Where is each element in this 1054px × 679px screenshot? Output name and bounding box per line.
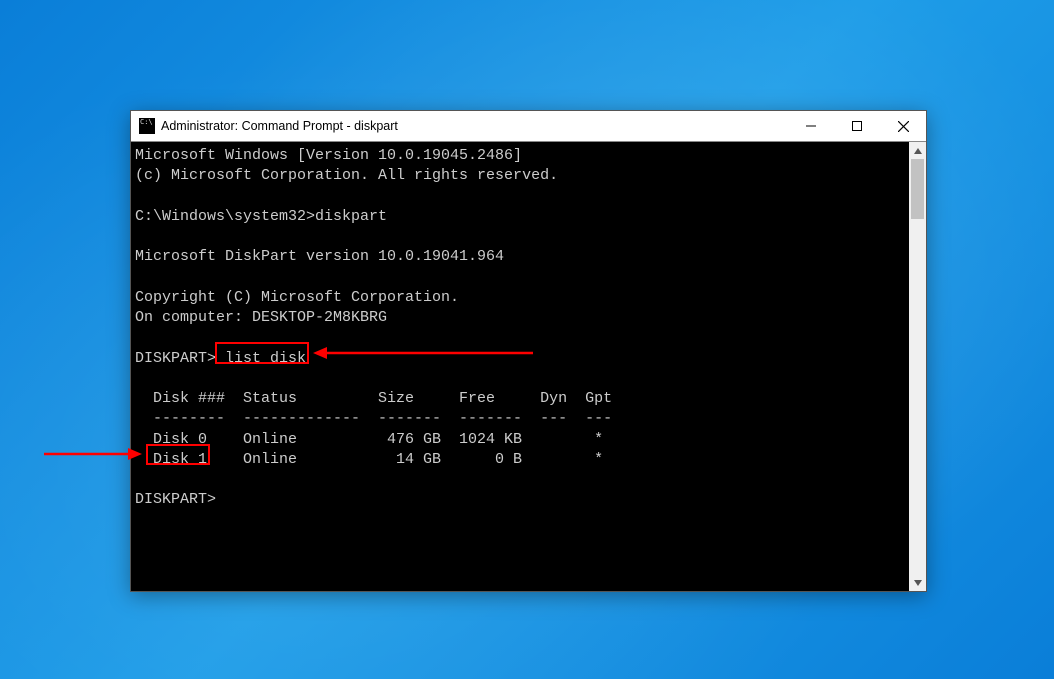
console-line: Disk 0 Online 476 GB 1024 KB * [135,431,603,448]
console-output[interactable]: Microsoft Windows [Version 10.0.19045.24… [131,142,909,591]
close-icon [898,121,909,132]
chevron-up-icon [914,147,922,155]
console-line: Copyright (C) Microsoft Corporation. [135,289,459,306]
scroll-track[interactable] [909,159,926,574]
maximize-button[interactable] [834,111,880,141]
scroll-down-button[interactable] [909,574,926,591]
command-prompt-window: Administrator: Command Prompt - diskpart… [130,110,927,592]
console-line: C:\Windows\system32>diskpart [135,208,387,225]
console-line: DISKPART> [135,491,216,508]
scroll-thumb[interactable] [911,159,924,219]
console-line: Microsoft DiskPart version 10.0.19041.96… [135,248,504,265]
console-line: On computer: DESKTOP-2M8KBRG [135,309,387,326]
minimize-button[interactable] [788,111,834,141]
console-line: (c) Microsoft Corporation. All rights re… [135,167,558,184]
window-title: Administrator: Command Prompt - diskpart [161,119,398,133]
console-line: DISKPART> list disk [135,350,306,367]
maximize-icon [852,121,862,131]
console-line: Disk ### Status Size Free Dyn Gpt [135,390,612,407]
console-line: -------- ------------- ------- ------- -… [135,410,612,427]
annotation-arrow-disk1 [44,446,144,466]
vertical-scrollbar[interactable] [909,142,926,591]
close-button[interactable] [880,111,926,141]
console-line: Disk 1 Online 14 GB 0 B * [135,451,603,468]
cmd-icon [139,118,155,134]
titlebar[interactable]: Administrator: Command Prompt - diskpart [131,111,926,141]
console-line: Microsoft Windows [Version 10.0.19045.24… [135,147,522,164]
chevron-down-icon [914,579,922,587]
minimize-icon [806,121,816,131]
scroll-up-button[interactable] [909,142,926,159]
